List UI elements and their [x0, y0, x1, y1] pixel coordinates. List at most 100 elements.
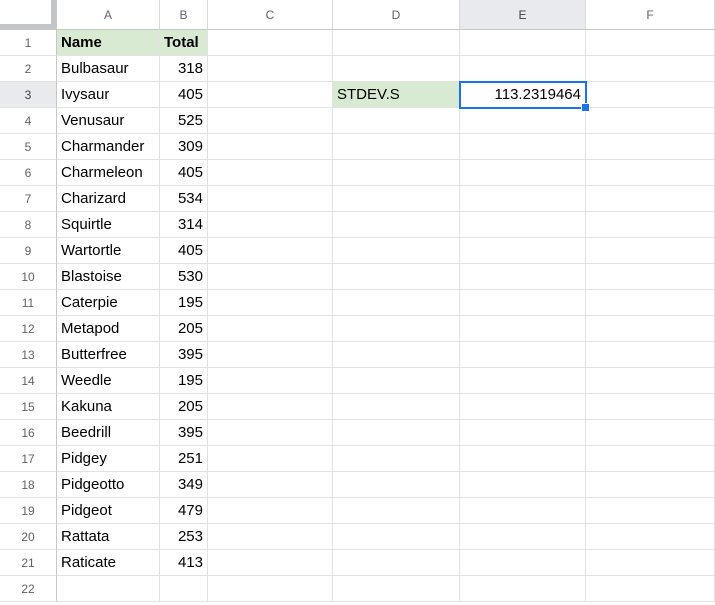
row-header-18[interactable]: 18	[0, 472, 57, 498]
cell-B13[interactable]: 395	[160, 342, 208, 368]
cell-D14[interactable]	[333, 368, 460, 394]
cell-F7[interactable]	[586, 186, 715, 212]
cell-C12[interactable]	[208, 316, 333, 342]
cell-F12[interactable]	[586, 316, 715, 342]
cell-F9[interactable]	[586, 238, 715, 264]
cell-F14[interactable]	[586, 368, 715, 394]
cell-A22[interactable]	[57, 576, 160, 602]
cell-C8[interactable]	[208, 212, 333, 238]
cell-E15[interactable]	[460, 394, 586, 420]
cell-D4[interactable]	[333, 108, 460, 134]
cell-C13[interactable]	[208, 342, 333, 368]
cell-E18[interactable]	[460, 472, 586, 498]
column-header-A[interactable]: A	[57, 0, 160, 30]
cell-E22[interactable]	[460, 576, 586, 602]
column-header-F[interactable]: F	[586, 0, 715, 30]
cell-F21[interactable]	[586, 550, 715, 576]
cell-D19[interactable]	[333, 498, 460, 524]
cell-E17[interactable]	[460, 446, 586, 472]
cell-B2[interactable]: 318	[160, 56, 208, 82]
row-header-2[interactable]: 2	[0, 56, 57, 82]
cell-A13[interactable]: Butterfree	[57, 342, 160, 368]
cell-F15[interactable]	[586, 394, 715, 420]
cell-A10[interactable]: Blastoise	[57, 264, 160, 290]
row-header-1[interactable]: 1	[0, 30, 57, 56]
cell-A4[interactable]: Venusaur	[57, 108, 160, 134]
cell-F10[interactable]	[586, 264, 715, 290]
cell-E11[interactable]	[460, 290, 586, 316]
cell-D2[interactable]	[333, 56, 460, 82]
cell-C20[interactable]	[208, 524, 333, 550]
cell-E20[interactable]	[460, 524, 586, 550]
column-header-E[interactable]: E	[460, 0, 586, 30]
cell-B18[interactable]: 349	[160, 472, 208, 498]
cell-E13[interactable]	[460, 342, 586, 368]
row-header-17[interactable]: 17	[0, 446, 57, 472]
cell-C9[interactable]	[208, 238, 333, 264]
row-header-10[interactable]: 10	[0, 264, 57, 290]
cell-B7[interactable]: 534	[160, 186, 208, 212]
cell-E14[interactable]	[460, 368, 586, 394]
cell-C7[interactable]	[208, 186, 333, 212]
freeze-row-handle[interactable]	[0, 24, 56, 29]
row-header-3[interactable]: 3	[0, 82, 57, 108]
cell-F6[interactable]	[586, 160, 715, 186]
cell-B17[interactable]: 251	[160, 446, 208, 472]
cell-B19[interactable]: 479	[160, 498, 208, 524]
cell-B1[interactable]: Total	[160, 30, 208, 56]
cell-B6[interactable]: 405	[160, 160, 208, 186]
cell-A19[interactable]: Pidgeot	[57, 498, 160, 524]
cell-E10[interactable]	[460, 264, 586, 290]
cell-D1[interactable]	[333, 30, 460, 56]
cell-E12[interactable]	[460, 316, 586, 342]
cell-C11[interactable]	[208, 290, 333, 316]
cell-F1[interactable]	[586, 30, 715, 56]
cell-D20[interactable]	[333, 524, 460, 550]
cell-D7[interactable]	[333, 186, 460, 212]
cell-C19[interactable]	[208, 498, 333, 524]
cell-C5[interactable]	[208, 134, 333, 160]
column-header-C[interactable]: C	[208, 0, 333, 30]
cell-D17[interactable]	[333, 446, 460, 472]
cell-D13[interactable]	[333, 342, 460, 368]
cell-D12[interactable]	[333, 316, 460, 342]
cell-E21[interactable]	[460, 550, 586, 576]
cell-B16[interactable]: 395	[160, 420, 208, 446]
cell-B12[interactable]: 205	[160, 316, 208, 342]
cell-C15[interactable]	[208, 394, 333, 420]
cell-B15[interactable]: 205	[160, 394, 208, 420]
cell-C21[interactable]	[208, 550, 333, 576]
cell-D18[interactable]	[333, 472, 460, 498]
cell-F2[interactable]	[586, 56, 715, 82]
cell-B11[interactable]: 195	[160, 290, 208, 316]
row-header-12[interactable]: 12	[0, 316, 57, 342]
cell-B22[interactable]	[160, 576, 208, 602]
row-header-14[interactable]: 14	[0, 368, 57, 394]
cell-C16[interactable]	[208, 420, 333, 446]
cell-F17[interactable]	[586, 446, 715, 472]
cell-E8[interactable]	[460, 212, 586, 238]
column-header-B[interactable]: B	[160, 0, 208, 30]
cell-D11[interactable]	[333, 290, 460, 316]
row-header-20[interactable]: 20	[0, 524, 57, 550]
row-header-19[interactable]: 19	[0, 498, 57, 524]
cell-A16[interactable]: Beedrill	[57, 420, 160, 446]
cell-D5[interactable]	[333, 134, 460, 160]
cell-A11[interactable]: Caterpie	[57, 290, 160, 316]
cell-B20[interactable]: 253	[160, 524, 208, 550]
row-header-16[interactable]: 16	[0, 420, 57, 446]
row-header-13[interactable]: 13	[0, 342, 57, 368]
cell-E6[interactable]	[460, 160, 586, 186]
cell-C2[interactable]	[208, 56, 333, 82]
cell-D9[interactable]	[333, 238, 460, 264]
cell-B21[interactable]: 413	[160, 550, 208, 576]
cell-B5[interactable]: 309	[160, 134, 208, 160]
cell-F18[interactable]	[586, 472, 715, 498]
cell-F3[interactable]	[586, 82, 715, 108]
cell-B14[interactable]: 195	[160, 368, 208, 394]
cell-A7[interactable]: Charizard	[57, 186, 160, 212]
cell-F16[interactable]	[586, 420, 715, 446]
cell-A20[interactable]: Rattata	[57, 524, 160, 550]
select-all-corner[interactable]	[0, 0, 57, 30]
cell-C18[interactable]	[208, 472, 333, 498]
